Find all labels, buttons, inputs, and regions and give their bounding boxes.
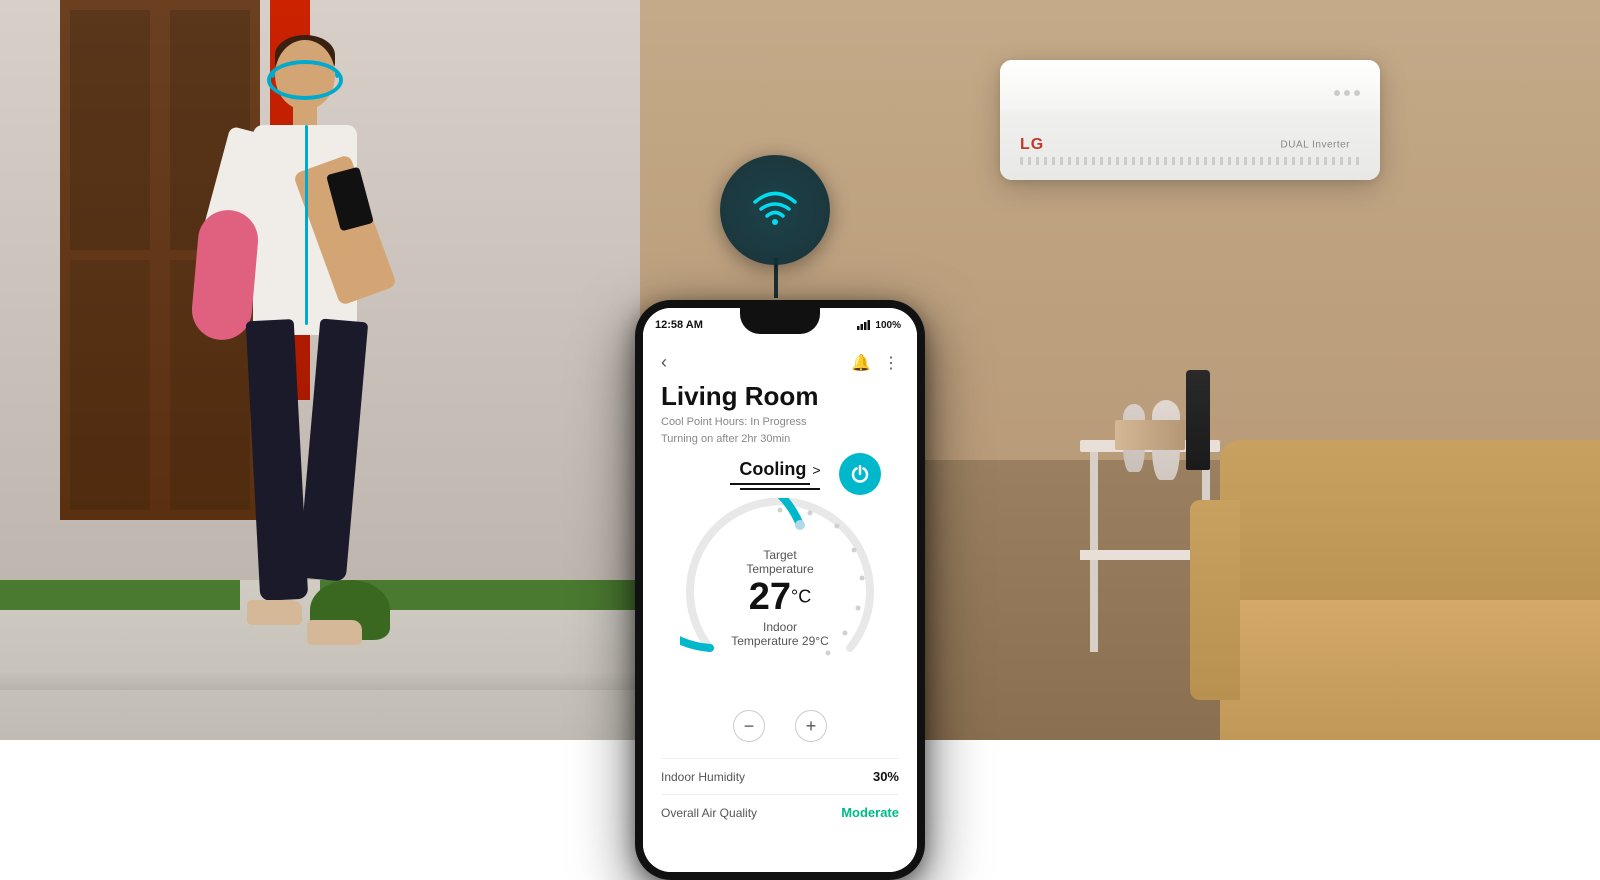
person-headphone xyxy=(267,60,343,100)
title-section: Living Room Cool Point Hours: In Progres… xyxy=(661,381,899,447)
notification-button[interactable]: 🔔 xyxy=(851,353,871,373)
ac-unit-top xyxy=(1000,60,1380,110)
sofa-arm xyxy=(1190,500,1240,700)
temperature-value-container: 27°C xyxy=(730,578,830,616)
signal-icon xyxy=(857,320,871,330)
person-shoe-left xyxy=(247,600,302,625)
air-quality-row: Overall Air Quality Moderate xyxy=(661,794,899,830)
ac-dot-3 xyxy=(1354,90,1360,96)
mode-arrow: > xyxy=(812,462,820,478)
temperature-controls: − + xyxy=(661,710,899,742)
ac-vents xyxy=(1020,157,1360,165)
temperature-dial: Target Temperature 27°C Indoor Temperatu… xyxy=(680,498,880,698)
ac-brand-logo: LG xyxy=(1020,136,1044,154)
headphone-cord xyxy=(305,125,308,325)
humidity-value: 30% xyxy=(873,769,899,784)
temperature-display: Target Temperature 27°C Indoor Temperatu… xyxy=(730,548,830,648)
ac-dot-2 xyxy=(1344,90,1350,96)
more-options-button[interactable]: ⋮ xyxy=(883,353,899,373)
temperature-unit: °C xyxy=(791,587,811,607)
ac-dot-1 xyxy=(1334,90,1340,96)
status-icons: 100% xyxy=(857,320,901,331)
temperature-dial-container: Target Temperature 27°C Indoor Temperatu… xyxy=(661,498,899,698)
headphone-bud-right xyxy=(335,70,339,78)
back-button[interactable]: ‹ xyxy=(661,352,667,373)
decorative-bottle xyxy=(1186,370,1210,470)
increase-temp-button[interactable]: + xyxy=(795,710,827,742)
phone-screen: 12:58 AM 100% ‹ 🔔 ⋮ xyxy=(643,308,917,872)
headphone-bud-left xyxy=(271,70,275,78)
battery-text: 100% xyxy=(875,320,901,331)
person-right-leg xyxy=(298,318,368,581)
phone-app-content: ‹ 🔔 ⋮ Living Room Cool Point Hours: In P… xyxy=(643,342,917,872)
app-header: ‹ 🔔 ⋮ xyxy=(661,352,899,373)
mode-label: Cooling xyxy=(739,459,806,480)
power-icon xyxy=(851,465,869,483)
person-figure xyxy=(185,30,445,740)
sofa xyxy=(1220,440,1600,740)
door-panel-bl xyxy=(70,260,150,510)
ac-model-label: DUAL Inverter xyxy=(1281,140,1350,151)
app-subtitle: Cool Point Hours: In Progress Turning on… xyxy=(661,414,899,447)
wifi-icon xyxy=(750,187,800,234)
indoor-temperature: Indoor Temperature 29°C xyxy=(730,620,830,648)
status-time: 12:58 AM xyxy=(655,319,703,331)
sofa-seat xyxy=(1220,600,1600,740)
app-header-icons: 🔔 ⋮ xyxy=(851,353,899,373)
person-shoe-right xyxy=(307,620,362,645)
subtitle-line1: Cool Point Hours: In Progress xyxy=(661,416,807,428)
room-title: Living Room xyxy=(661,381,899,412)
phone-notch xyxy=(740,308,820,334)
ac-unit-bottom: LG DUAL Inverter xyxy=(1000,110,1380,180)
temperature-value: 27 xyxy=(749,576,791,618)
target-temp-label: Target Temperature xyxy=(730,548,830,576)
subtitle-line2: Turning on after 2hr 30min xyxy=(661,433,790,445)
phone-mockup: 12:58 AM 100% ‹ 🔔 ⋮ xyxy=(635,300,925,880)
decrease-icon: − xyxy=(744,716,755,737)
decorative-books xyxy=(1115,420,1185,450)
ac-control-dots xyxy=(1334,90,1360,96)
increase-icon: + xyxy=(806,716,817,737)
air-quality-label: Overall Air Quality xyxy=(661,806,757,820)
power-button[interactable] xyxy=(839,453,881,495)
humidity-label: Indoor Humidity xyxy=(661,770,745,784)
door-panel-left xyxy=(70,10,150,250)
ac-unit: LG DUAL Inverter xyxy=(1000,60,1380,180)
wifi-bubble xyxy=(720,155,830,265)
humidity-row: Indoor Humidity 30% xyxy=(661,758,899,794)
air-quality-value: Moderate xyxy=(841,805,899,820)
mode-underline xyxy=(740,488,820,490)
decrease-temp-button[interactable]: − xyxy=(733,710,765,742)
